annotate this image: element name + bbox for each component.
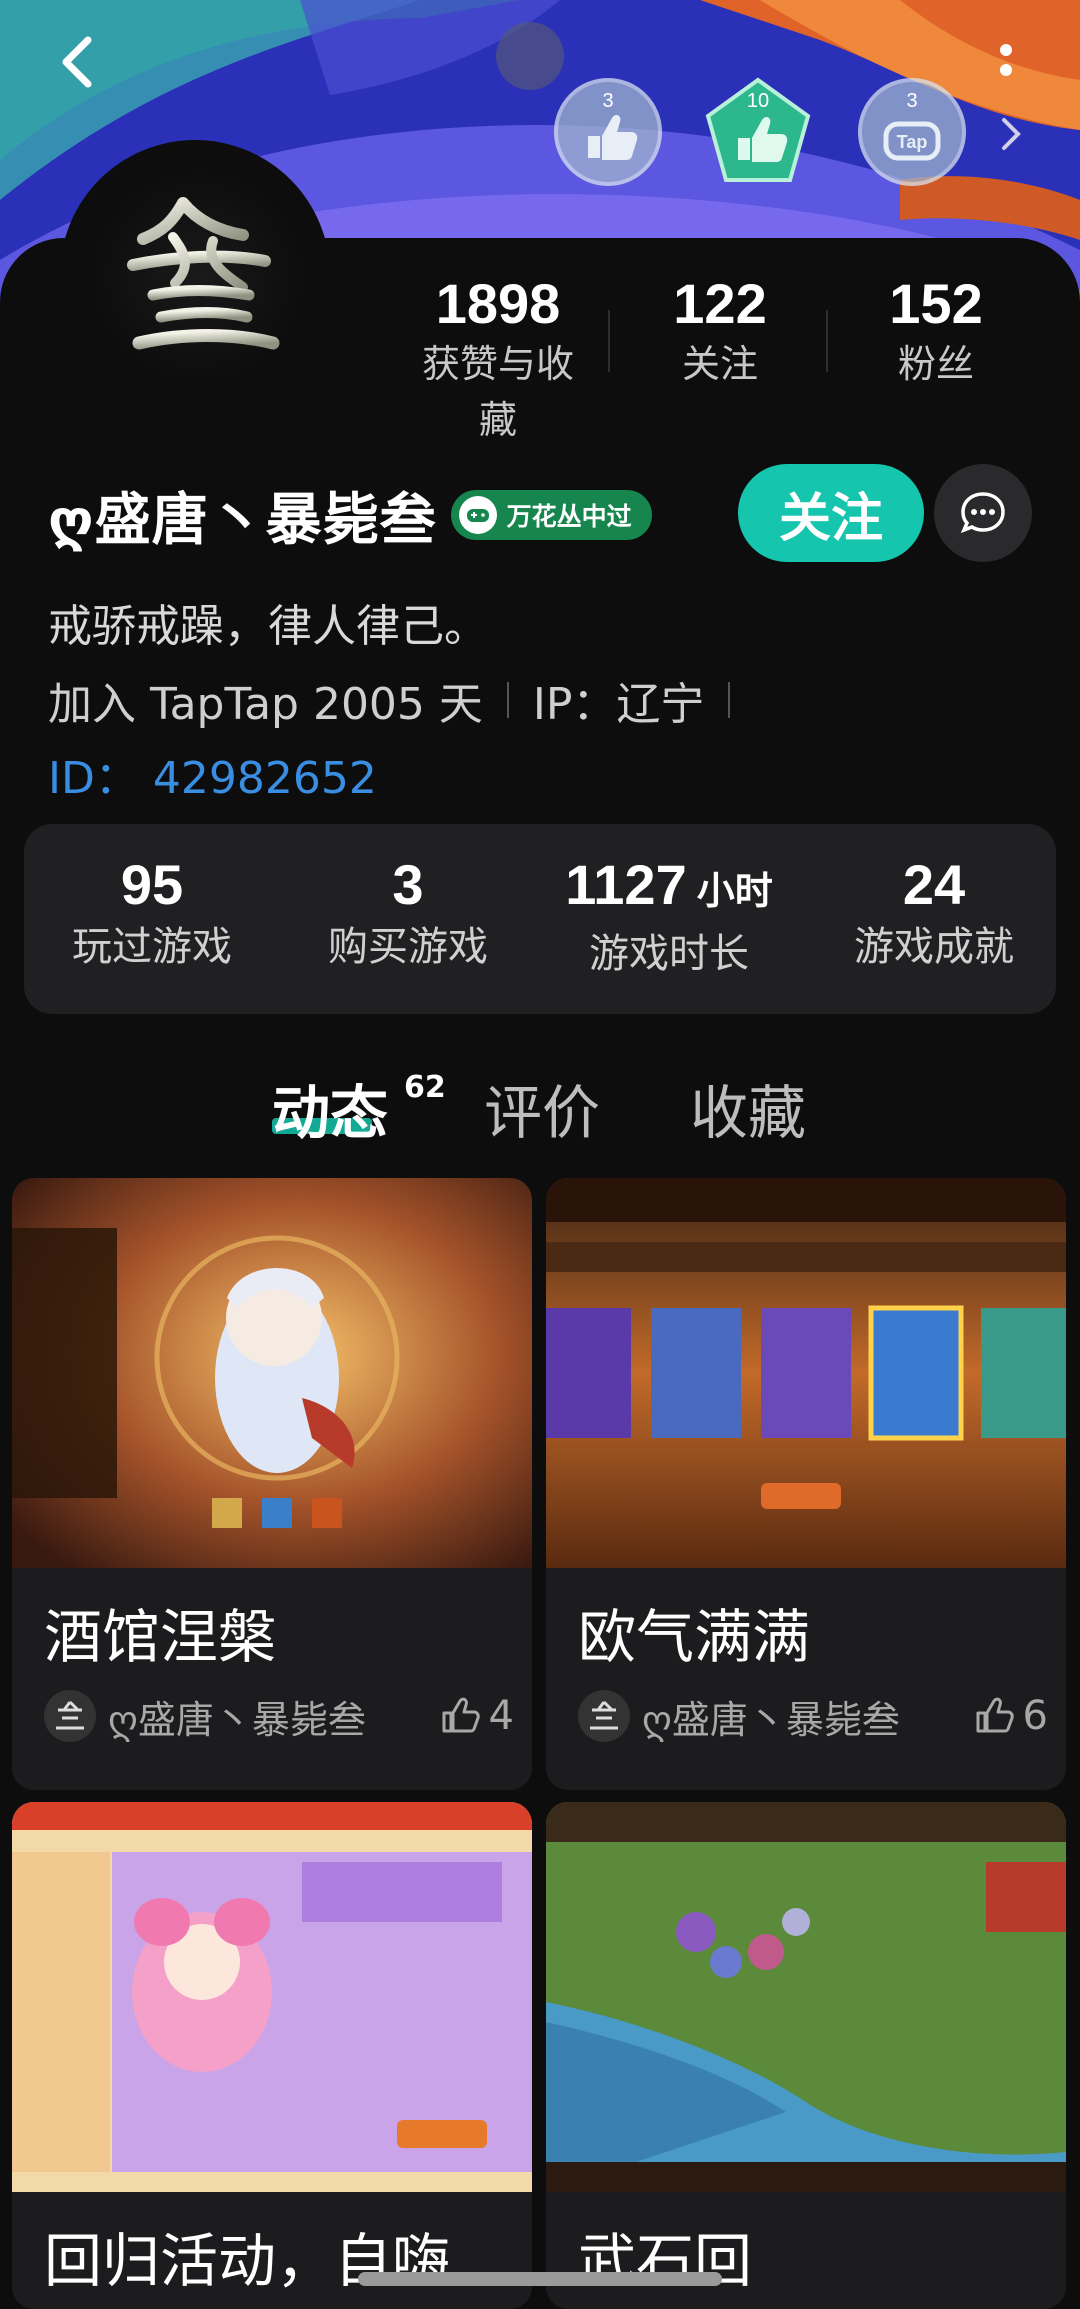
achievement-badge[interactable]: 3 (552, 76, 664, 188)
like-count: 4 (488, 1693, 514, 1739)
stat-followers[interactable]: 152 粉丝 (856, 272, 1016, 392)
post-image (546, 1178, 1066, 1568)
post-title: 欧气满满 (578, 1603, 811, 1671)
post-footer: ღ盛唐丶暴毙叁 4 (44, 1688, 514, 1744)
follow-button[interactable]: 关注 (738, 464, 924, 562)
stat-label: 关注 (681, 342, 758, 386)
post-card[interactable]: 欧气满满 ღ盛唐丶暴毙叁 6 (546, 1178, 1066, 1790)
badge-count: 3 (906, 90, 918, 112)
like-button[interactable]: 6 (973, 1693, 1048, 1739)
gamepad-icon (458, 496, 497, 534)
user-id-label: ID： (48, 753, 139, 804)
like-button[interactable]: 4 (439, 1693, 514, 1739)
tab-activity[interactable]: 动态 (272, 1066, 388, 1150)
author-name[interactable]: ღ盛唐丶暴毙叁 (642, 1689, 973, 1744)
avatar[interactable] (84, 162, 312, 390)
divider (728, 682, 731, 718)
game-stat-played[interactable]: 95 玩过游戏 (32, 852, 272, 976)
back-button[interactable] (48, 30, 108, 90)
message-button[interactable] (934, 464, 1032, 562)
thumbs-up-icon (442, 1697, 480, 1733)
chevron-right-icon (1002, 118, 1021, 150)
badge-count: 10 (746, 90, 770, 112)
like-count: 6 (1022, 1693, 1048, 1739)
username: ღ盛唐丶暴毙叁 (48, 487, 437, 553)
svg-text:Tap: Tap (897, 132, 928, 152)
thumbs-up-icon (976, 1697, 1014, 1733)
post-footer: ღ盛唐丶暴毙叁 6 (578, 1688, 1048, 1744)
profile-meta: 加入 TapTap 2005 天 IP：辽宁 (48, 668, 754, 732)
stat-label: 游戏成就 (854, 924, 1014, 970)
bio-text: 戒骄戒躁，律人律己。 (48, 601, 488, 652)
game-stat-purchased[interactable]: 3 购买游戏 (288, 852, 528, 976)
user-id[interactable]: ID： 42982652 (48, 742, 377, 806)
more-options-button[interactable] (984, 36, 1028, 96)
ip-location: IP：辽宁 (532, 679, 705, 730)
stat-following[interactable]: 122 关注 (640, 272, 800, 392)
author-name[interactable]: ღ盛唐丶暴毙叁 (108, 1689, 439, 1744)
more-vertical-icon (1000, 44, 1012, 76)
stat-label: 玩过游戏 (72, 924, 232, 970)
tab-activity-count: 62 (404, 1070, 446, 1105)
divider (506, 682, 509, 718)
stat-value: 1127 (565, 853, 687, 916)
post-title: 酒馆涅槃 (44, 1603, 277, 1671)
stat-label: 获赞与收藏 (421, 342, 574, 442)
stat-unit: 小时 (696, 871, 773, 913)
game-stat-playtime[interactable]: 1127 小时 游戏时长 (534, 852, 804, 983)
joined-days: 加入 TapTap 2005 天 (48, 679, 483, 730)
divider (826, 310, 828, 372)
post-card[interactable]: 回归活动，自嗨 (12, 1802, 532, 2309)
user-id-value: 42982652 (152, 753, 377, 804)
tab-reviews[interactable]: 评价 (484, 1066, 600, 1150)
stat-value: 24 (902, 853, 966, 916)
stat-value: 152 (889, 272, 983, 335)
stat-likes[interactable]: 1898 获赞与收藏 (418, 272, 578, 448)
user-tag-label: 万花丛中过 (506, 502, 632, 531)
user-tag[interactable]: 万花丛中过 (450, 490, 652, 540)
tab-favorites[interactable]: 收藏 (690, 1066, 806, 1150)
post-image (12, 1178, 532, 1568)
post-card[interactable]: 武石回 (546, 1802, 1066, 2309)
stat-value: 122 (673, 272, 767, 335)
post-card[interactable]: 酒馆涅槃 ღ盛唐丶暴毙叁 4 (12, 1178, 532, 1790)
achievement-badge[interactable]: 10 (702, 76, 814, 188)
author-avatar[interactable] (578, 1690, 630, 1742)
chevron-left-icon (62, 36, 92, 88)
stat-value: 95 (120, 853, 184, 916)
badges-more-arrow[interactable] (996, 112, 1026, 156)
post-image (12, 1802, 532, 2192)
stat-value: 3 (392, 853, 424, 916)
game-stats-panel: 95 玩过游戏 3 购买游戏 1127 小时 游戏时长 24 游戏成就 (24, 824, 1056, 1014)
divider (608, 310, 610, 372)
avatar-calligraphy-icon (127, 197, 280, 350)
stat-label: 购买游戏 (328, 924, 488, 970)
author-avatar[interactable] (44, 1690, 96, 1742)
post-image (546, 1802, 1066, 2192)
game-stat-achievements[interactable]: 24 游戏成就 (814, 852, 1054, 976)
stat-label: 粉丝 (897, 342, 974, 386)
stat-label: 游戏时长 (589, 931, 749, 977)
home-indicator[interactable] (358, 2272, 722, 2286)
stat-value: 1898 (435, 272, 561, 335)
chat-bubble-icon (960, 492, 1005, 534)
achievement-badge[interactable]: Tap 3 (856, 76, 968, 188)
badge-count: 3 (602, 90, 614, 112)
name-row: ღ盛唐丶暴毙叁 万花丛中过 (48, 470, 652, 560)
